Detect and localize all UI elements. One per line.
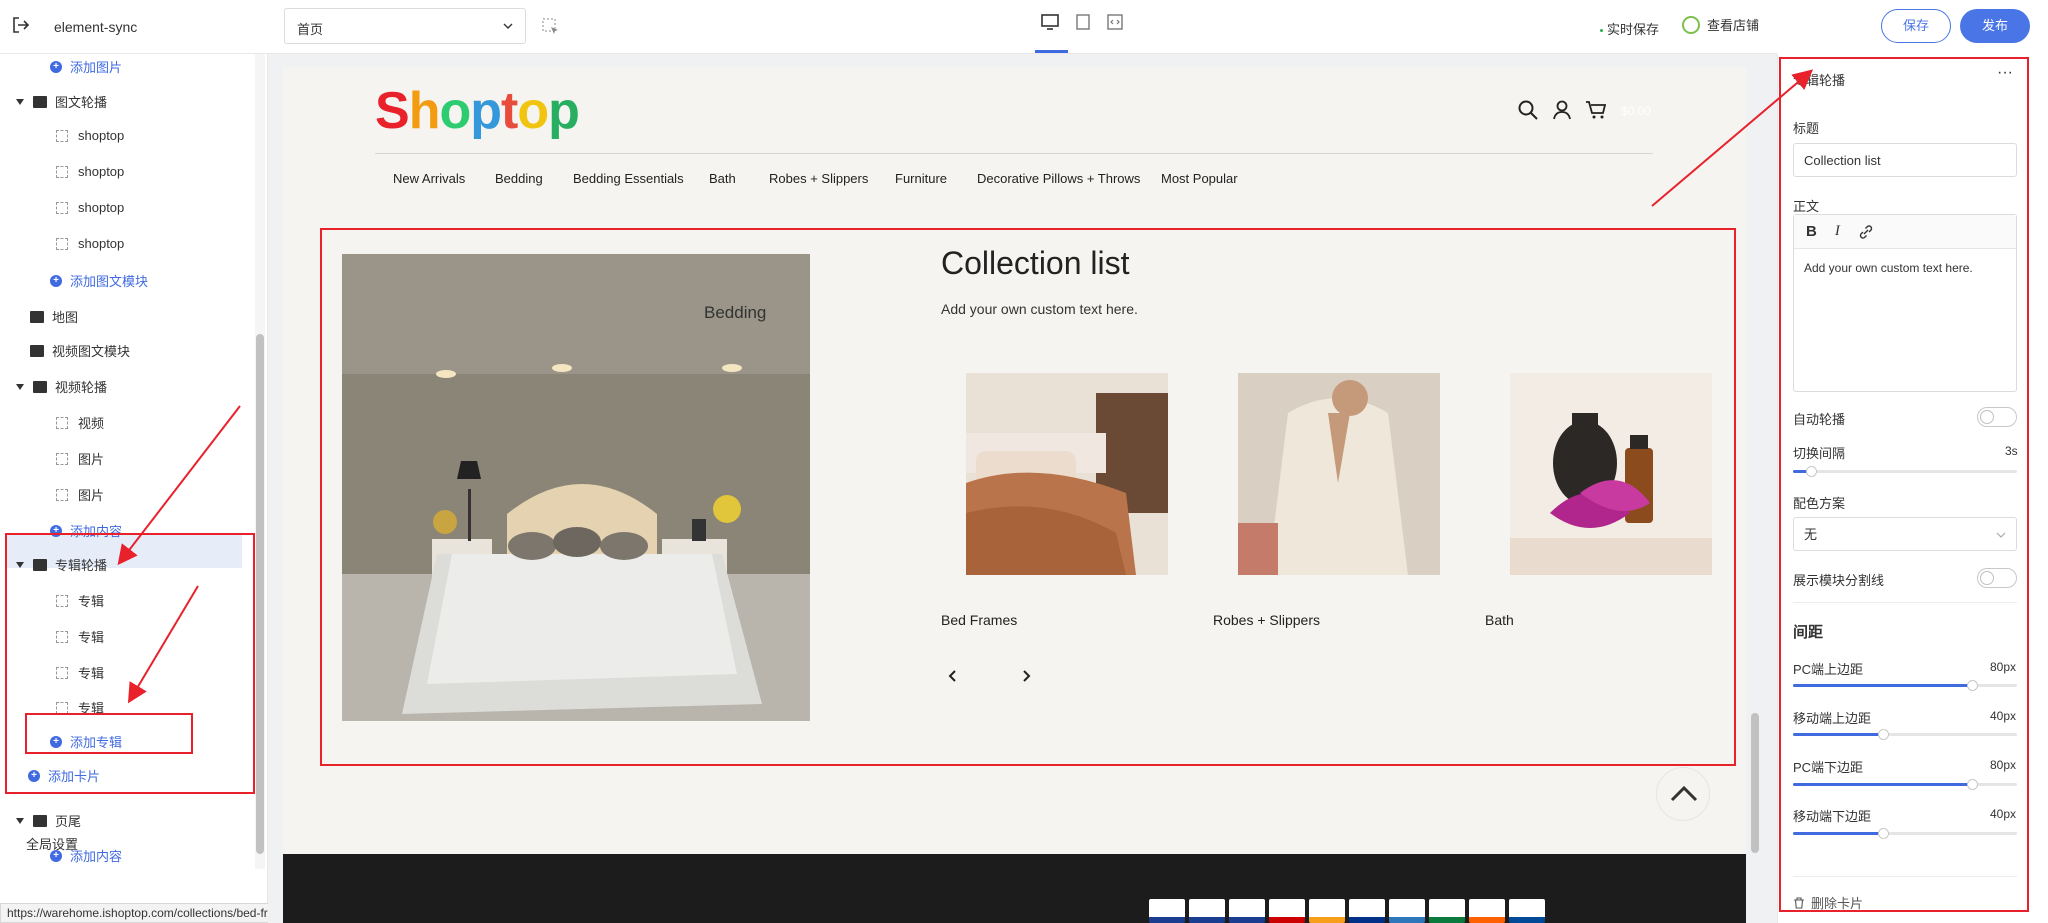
arrow-to-collection-section — [117, 405, 241, 566]
annotation-arrows — [117, 69, 1814, 704]
arrow-to-settings-panel — [1651, 69, 1814, 207]
arrow-to-add-collection — [127, 585, 199, 704]
